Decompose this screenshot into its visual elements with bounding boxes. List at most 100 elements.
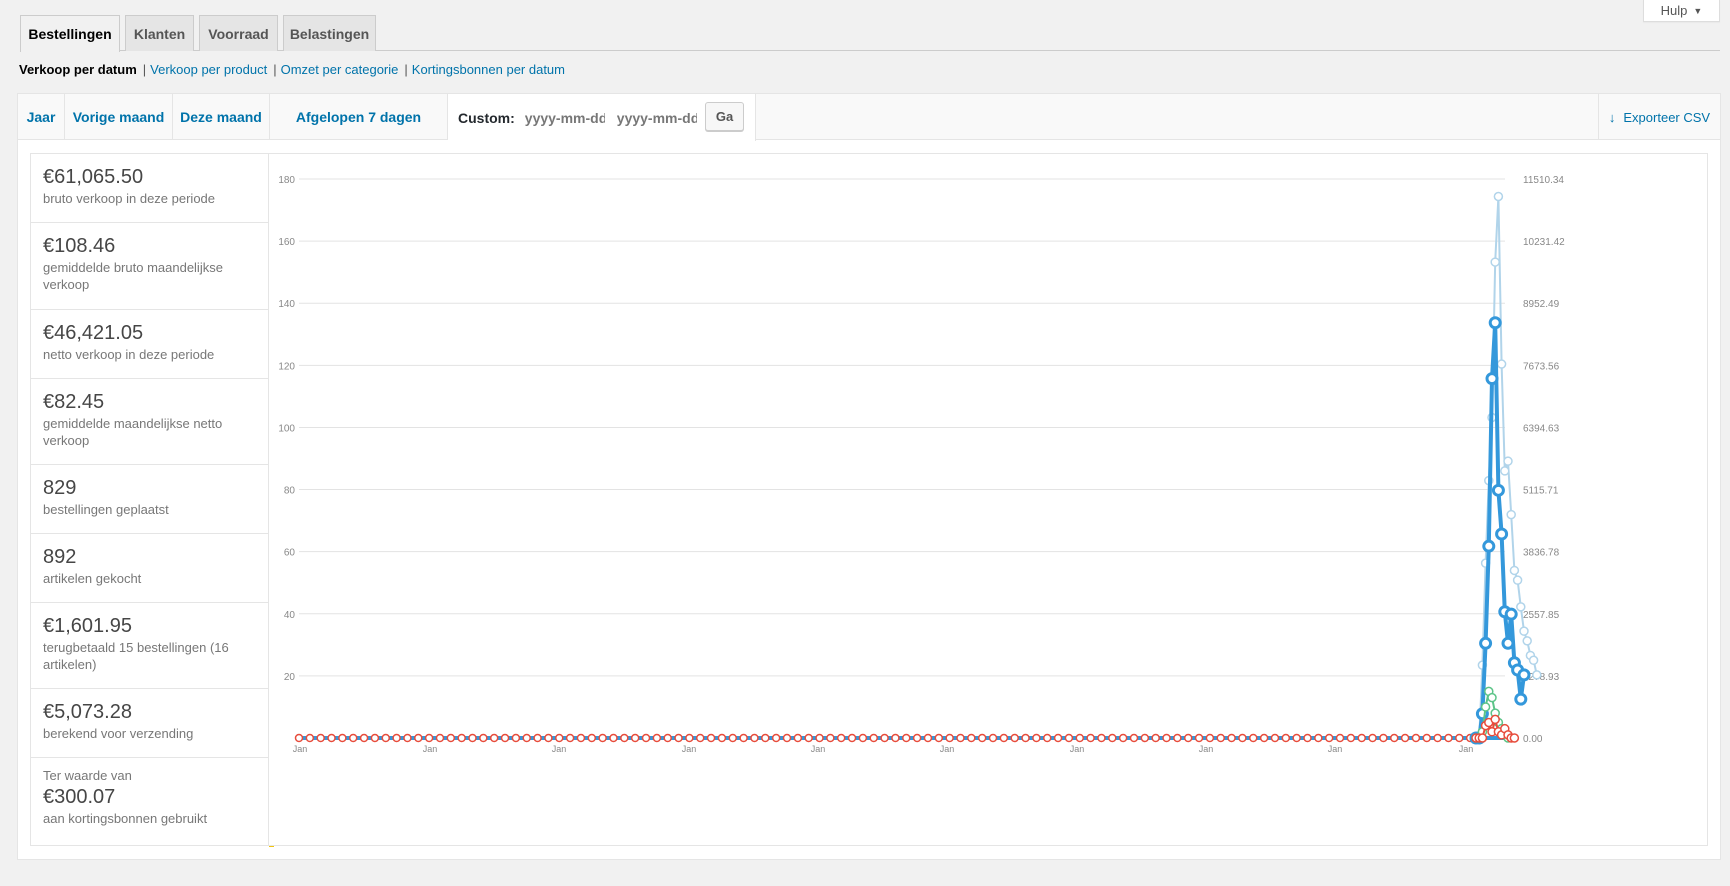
legend-orders-placed[interactable]: 829 bestellingen geplaatst xyxy=(31,465,274,534)
legend-value: €46,421.05 xyxy=(43,322,144,344)
legend-coupons[interactable]: Ter waarde van €300.07 aan kortingsbonne… xyxy=(31,758,274,847)
zero-point xyxy=(1357,733,1366,743)
zero-point xyxy=(1053,733,1063,743)
zero-point xyxy=(1032,733,1041,743)
series-point xyxy=(1503,456,1513,466)
zero-point xyxy=(630,733,640,743)
range-tab-this-month[interactable]: Deze maand xyxy=(173,94,270,140)
export-csv-button[interactable]: ↓ Exporteer CSV xyxy=(1598,94,1720,140)
zero-point xyxy=(782,733,792,743)
zero-point xyxy=(847,733,857,743)
zero-point xyxy=(1270,733,1280,743)
zero-point xyxy=(771,733,781,743)
y-right-tick-label: 0.00 xyxy=(1523,734,1543,745)
series-point xyxy=(1509,565,1520,576)
tab-klanten[interactable]: Klanten xyxy=(125,15,194,51)
series-point xyxy=(1528,655,1539,666)
zero-point xyxy=(338,733,347,743)
legend-value: 892 xyxy=(43,546,77,568)
zero-point xyxy=(706,733,716,743)
x-tick-label: Jan xyxy=(1070,744,1085,754)
legend-avg-net-sales[interactable]: €82.45 gemiddelde maandelijkse netto ver… xyxy=(31,379,274,465)
report-tabs: Bestellingen Klanten Voorraad Belastinge… xyxy=(20,15,1720,52)
zero-point xyxy=(761,733,770,743)
zero-point xyxy=(1216,733,1225,743)
zero-point xyxy=(869,733,878,743)
y-left-tick-label: 100 xyxy=(278,423,295,434)
start-date-input[interactable]: yyyy-mm-dd xyxy=(525,110,605,126)
legend-refunded[interactable]: €1,601.95 terugbetaald 15 bestellingen (… xyxy=(31,603,274,689)
zero-point xyxy=(641,733,651,743)
zero-point xyxy=(620,733,629,743)
zero-point xyxy=(479,733,488,743)
subnav-separator: | xyxy=(404,62,408,77)
x-tick-label: Jan xyxy=(552,744,567,754)
series-point xyxy=(1514,692,1528,706)
end-date-input[interactable]: yyyy-mm-dd xyxy=(617,110,697,126)
zero-point xyxy=(327,733,336,743)
zero-point xyxy=(945,733,954,743)
series-point xyxy=(1490,714,1500,725)
y-left-tick-label: 140 xyxy=(278,299,295,310)
zero-point xyxy=(1194,733,1204,743)
zero-point xyxy=(294,733,304,743)
subnav-link-coupons-by-date[interactable]: Kortingsbonnen per datum xyxy=(412,62,565,77)
zero-point xyxy=(1324,733,1334,743)
zero-point xyxy=(435,733,445,743)
zero-point xyxy=(1097,733,1106,743)
zero-point xyxy=(1314,733,1323,743)
series-point xyxy=(1501,636,1515,650)
zero-point xyxy=(902,733,911,743)
y-right-tick-label: 3836.78 xyxy=(1523,548,1560,559)
zero-point xyxy=(1162,733,1171,743)
report-subnav: Verkoop per datum | Verkoop per product | Om… xyxy=(19,62,565,77)
zero-point xyxy=(1108,733,1117,743)
zero-point xyxy=(934,733,944,743)
zero-point xyxy=(1021,733,1030,743)
range-bar: Jaar Vorige maand Deze maand Afgelopen 7… xyxy=(18,94,1720,141)
legend-avg-gross-sales[interactable]: €108.46 gemiddelde bruto maandelijkse ve… xyxy=(31,223,274,310)
zero-point xyxy=(1042,733,1052,743)
zero-point xyxy=(587,733,597,743)
legend-value: €108.46 xyxy=(43,235,116,257)
range-tab-year[interactable]: Jaar xyxy=(18,94,65,140)
range-tab-last-7-days[interactable]: Afgelopen 7 dagen xyxy=(270,94,448,140)
legend-gross-sales[interactable]: €61,065.50 bruto verkoop in deze periode xyxy=(31,154,274,223)
tab-bestellingen[interactable]: Bestellingen xyxy=(20,15,120,52)
series-point xyxy=(1491,483,1505,497)
legend-shipping[interactable]: €5,073.28 berekend voor verzending xyxy=(31,689,274,758)
y-left-tick-label: 180 xyxy=(278,175,295,186)
series-point xyxy=(1485,372,1499,386)
tab-belastingen[interactable]: Belastingen xyxy=(283,15,376,51)
legend-label: bruto verkoop in deze periode xyxy=(43,191,216,206)
tab-voorraad[interactable]: Voorraad xyxy=(199,15,278,51)
x-tick-label: Jan xyxy=(423,744,438,754)
zero-point xyxy=(457,733,466,743)
range-tab-last-month[interactable]: Vorige maand xyxy=(65,94,173,140)
series-point xyxy=(1517,668,1531,682)
subnav-link-sales-by-category[interactable]: Omzet per categorie xyxy=(281,62,399,77)
zero-point xyxy=(1335,733,1345,743)
legend-net-sales[interactable]: €46,421.05 netto verkoop in deze periode xyxy=(31,310,274,379)
y-left-tick-label: 80 xyxy=(284,486,296,497)
series-point xyxy=(1519,626,1529,636)
subnav-link-sales-by-product[interactable]: Verkoop per product xyxy=(150,62,267,77)
zero-point xyxy=(880,733,889,743)
zero-point xyxy=(576,733,586,743)
zero-point xyxy=(1086,733,1095,743)
legend-items-purchased[interactable]: 892 artikelen gekocht xyxy=(31,534,274,603)
series-point xyxy=(1482,539,1496,553)
custom-range: Custom: yyyy-mm-dd yyyy-mm-dd Ga xyxy=(448,94,756,141)
series-point xyxy=(1487,692,1497,703)
zero-point xyxy=(1379,733,1388,743)
y-right-tick-label: 10231.42 xyxy=(1523,237,1565,248)
zero-point xyxy=(956,733,965,743)
go-button[interactable]: Ga xyxy=(705,102,744,131)
series-point xyxy=(1532,670,1542,680)
x-tick-label: Jan xyxy=(682,744,697,754)
zero-point xyxy=(1227,733,1236,743)
zero-point xyxy=(826,733,835,743)
zero-point xyxy=(717,733,727,743)
zero-point xyxy=(739,733,748,743)
series-point xyxy=(1480,702,1491,712)
